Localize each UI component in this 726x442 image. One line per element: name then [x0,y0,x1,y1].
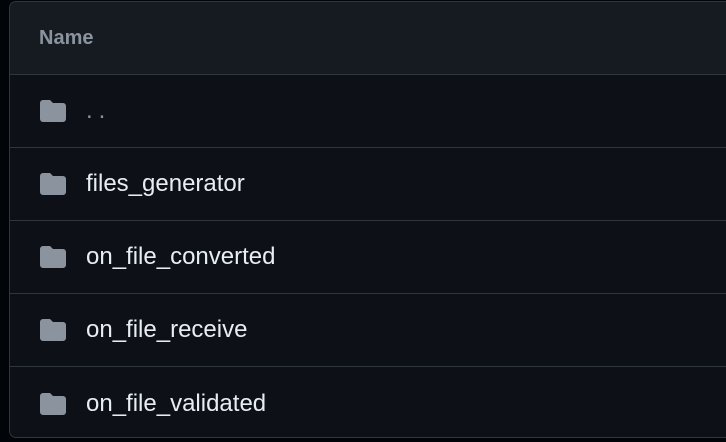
file-row-parent-directory[interactable]: .. [10,75,726,148]
folder-icon [38,245,68,269]
file-list-panel: Name .. files_generator on_file_converte… [9,1,726,438]
folder-icon [38,99,68,123]
file-row-files-generator[interactable]: files_generator [10,148,726,221]
folder-icon [38,172,68,196]
file-row-on-file-converted[interactable]: on_file_converted [10,221,726,294]
folder-icon [38,318,68,342]
file-row-label[interactable]: .. [86,97,111,125]
file-row-label[interactable]: files_generator [86,170,245,198]
file-row-label[interactable]: on_file_validated [86,390,266,418]
name-column-header: Name [39,26,94,49]
file-row-label[interactable]: on_file_converted [86,243,275,271]
file-row-label[interactable]: on_file_receive [86,316,247,344]
file-row-on-file-validated[interactable]: on_file_validated [10,367,726,437]
folder-icon [38,392,68,416]
file-list-header: Name [10,2,726,75]
file-row-on-file-receive[interactable]: on_file_receive [10,294,726,367]
